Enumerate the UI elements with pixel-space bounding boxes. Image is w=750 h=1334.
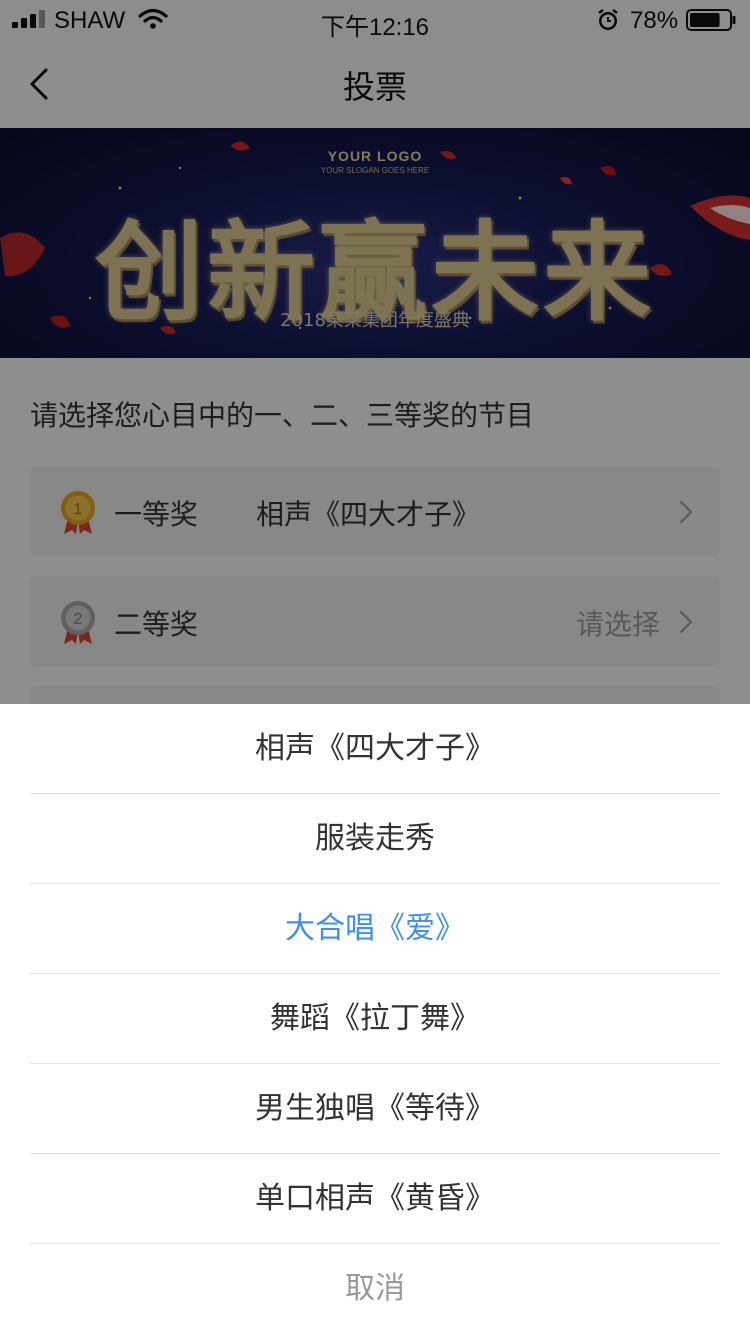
cancel-button[interactable]: 取消 (30, 1244, 720, 1334)
picker-option[interactable]: 大合唱《爱》 (30, 884, 720, 974)
picker-option[interactable]: 单口相声《黄昏》 (30, 1154, 720, 1244)
picker-option[interactable]: 相声《四大才子》 (30, 704, 720, 794)
picker-option[interactable]: 男生独唱《等待》 (30, 1064, 720, 1154)
program-picker-sheet: 相声《四大才子》 服装走秀 大合唱《爱》 舞蹈《拉丁舞》 男生独唱《等待》 单口… (0, 704, 750, 1334)
picker-option[interactable]: 服装走秀 (30, 794, 720, 884)
picker-option[interactable]: 舞蹈《拉丁舞》 (30, 974, 720, 1064)
